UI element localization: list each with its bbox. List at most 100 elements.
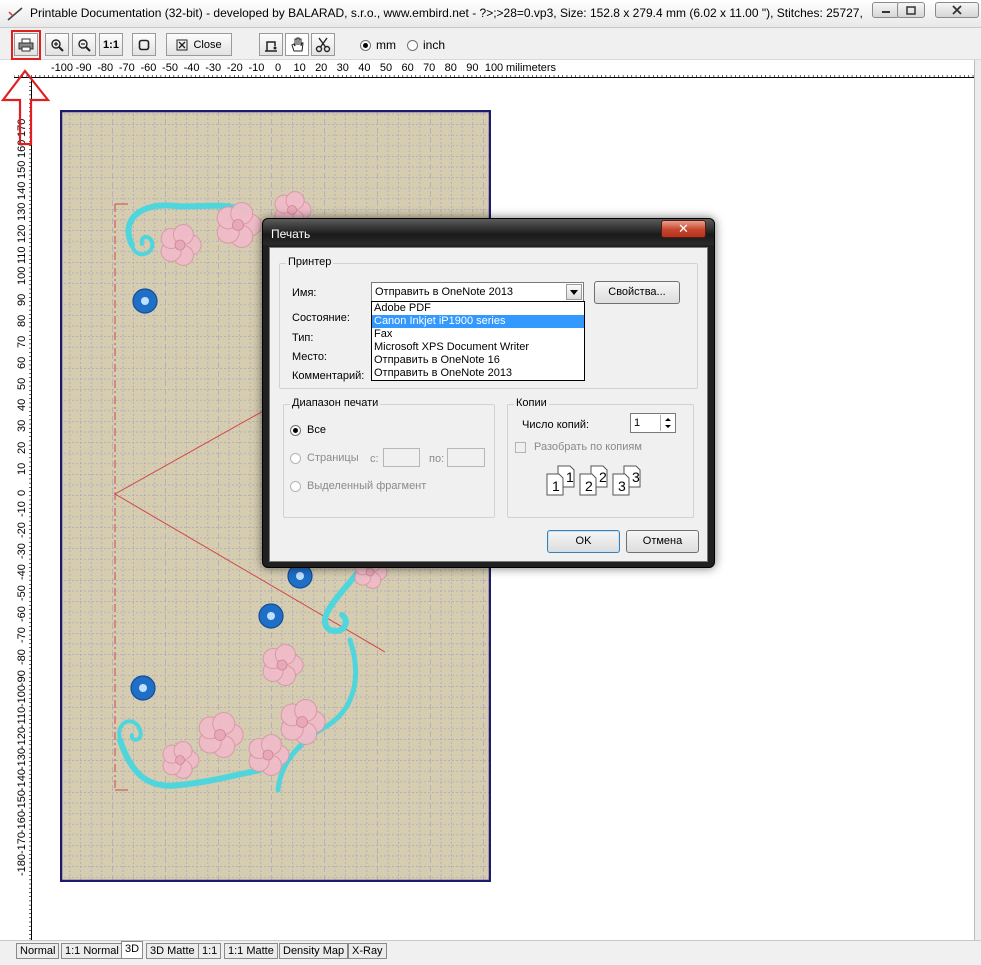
tab-normal[interactable]: Normal — [16, 943, 60, 959]
collate-digit: 1 — [552, 478, 560, 494]
hand-icon — [291, 37, 304, 51]
unit-inch-label: inch — [423, 38, 446, 52]
range-pages-radio[interactable] — [290, 452, 301, 464]
tab-3d-matte[interactable]: 3D Matte — [146, 943, 199, 959]
horizontal-ruler-label: -20 — [226, 62, 243, 74]
vertical-ruler-label: -150 — [16, 790, 28, 813]
tab-density-map[interactable]: Density Map — [279, 943, 349, 959]
vertical-ruler-label: 30 — [16, 420, 28, 433]
ok-button[interactable]: OK — [547, 530, 620, 553]
printer-option[interactable]: Canon Inkjet iP1900 series — [372, 315, 584, 328]
range-to-label: по: — [429, 453, 445, 465]
print-range-group: Диапазон печати Все Страницы с: по: Выде… — [283, 397, 495, 518]
tab-1-1-matte[interactable]: 1:1 Matte — [224, 943, 278, 959]
maximize-button[interactable] — [897, 2, 925, 18]
range-all-radio[interactable] — [290, 424, 301, 436]
copies-count-spinner[interactable]: 1 — [630, 413, 676, 433]
close-button[interactable]: Close — [166, 33, 232, 56]
tab-x-ray[interactable]: X-Ray — [348, 943, 387, 959]
window-close-button[interactable] — [935, 2, 979, 18]
vertical-ruler-label: -70 — [16, 627, 28, 644]
printer-comment-label: Комментарий: — [292, 370, 365, 382]
copies-count-value: 1 — [634, 417, 641, 429]
print-dialog-body: Принтер Имя: Состояние: Тип: Место: Комм… — [269, 247, 708, 562]
printer-properties-button[interactable]: Свойства... — [594, 281, 680, 304]
vertical-ruler-label: -40 — [16, 564, 28, 581]
horizontal-ruler-label: 30 — [336, 62, 349, 74]
vertical-ruler-label: 100 — [16, 266, 28, 285]
zoom-1to1-button[interactable]: 1:1 — [99, 33, 123, 56]
range-all-label: Все — [307, 424, 326, 436]
unit-inch-option[interactable]: inch — [407, 38, 445, 52]
horizontal-ruler-label: 20 — [315, 62, 328, 74]
collate-label: Разобрать по копиям — [534, 441, 642, 453]
vertical-ruler-label: 50 — [16, 377, 28, 391]
minimize-button[interactable] — [872, 2, 900, 18]
unit-mm-option[interactable]: mm — [360, 38, 396, 52]
range-from-label: с: — [370, 453, 379, 465]
range-selection-option[interactable]: Выделенный фрагмент — [290, 480, 426, 492]
tab-1-1-normal[interactable]: 1:1 Normal — [61, 943, 123, 959]
print-dialog-titlebar[interactable]: Печать ✕ — [263, 219, 714, 245]
range-all-option[interactable]: Все — [290, 424, 326, 436]
zoom-in-icon — [51, 38, 64, 52]
tab-3d[interactable]: 3D — [121, 941, 144, 959]
horizontal-ruler-label: -80 — [97, 62, 114, 74]
view-tabs: Normal 1:1 Normal 3D 3D Matte 1:1 1:1 Matte De… — [0, 940, 981, 965]
printer-dropdown-list[interactable]: Adobe PDF Canon Inkjet iP1900 series Fax Mi… — [371, 301, 585, 381]
vertical-ruler-label: 80 — [16, 314, 28, 327]
printer-option[interactable]: Microsoft XPS Document Writer — [372, 341, 584, 354]
range-selection-label: Выделенный фрагмент — [307, 480, 427, 492]
printer-group: Принтер Имя: Состояние: Тип: Место: Комм… — [279, 256, 698, 389]
tab-1-1[interactable]: 1:1 — [198, 943, 222, 959]
scissors-tool-button[interactable] — [311, 33, 335, 56]
horizontal-ruler-label: -30 — [205, 62, 222, 74]
print-dialog: Печать ✕ Принтер Имя: Состояние: Тип: Ме… — [262, 218, 715, 568]
annotation-arrow-print — [0, 30, 50, 146]
copies-count-label: Число копий: — [522, 419, 590, 431]
range-selection-radio[interactable] — [290, 480, 301, 492]
printer-option[interactable]: Fax — [372, 328, 584, 341]
vertical-ruler-label: 130 — [16, 203, 28, 222]
sewing-machine-icon — [265, 40, 277, 52]
scissors-icon — [315, 37, 331, 52]
print-dialog-close-button[interactable]: ✕ — [661, 220, 706, 238]
copies-group-title: Копии — [514, 397, 549, 409]
zoom-out-button[interactable] — [72, 33, 96, 56]
range-pages-option[interactable]: Страницы — [290, 452, 359, 464]
printer-status-label: Состояние: — [292, 312, 350, 324]
unit-inch-radio[interactable] — [407, 39, 418, 51]
collate-digit: 2 — [585, 478, 593, 494]
fit-page-button[interactable] — [132, 33, 156, 56]
hand-tool-button[interactable] — [285, 33, 309, 56]
horizontal-ruler-label: 80 — [444, 62, 457, 74]
vertical-ruler-label: -90 — [16, 669, 28, 686]
range-to-input[interactable] — [447, 448, 485, 467]
printer-name-select[interactable]: Отправить в OneNote 2013 — [371, 282, 584, 302]
unit-mm-radio[interactable] — [360, 39, 371, 51]
page-frame-icon — [138, 39, 150, 50]
printer-option[interactable]: Отправить в OneNote 16 — [372, 354, 584, 367]
vertical-scrollbar[interactable] — [974, 60, 981, 940]
machine-tool-button[interactable] — [259, 33, 283, 56]
horizontal-ruler-label: -90 — [75, 62, 92, 74]
vertical-ruler-label: -20 — [16, 521, 28, 538]
cancel-button[interactable]: Отмена — [626, 530, 699, 553]
printer-dropdown-button[interactable] — [566, 284, 582, 300]
copies-spin-buttons[interactable] — [660, 415, 674, 431]
vertical-ruler-label: -60 — [16, 606, 28, 623]
vertical-ruler-label: 120 — [16, 224, 28, 243]
zoom-out-icon — [78, 38, 91, 52]
printer-where-label: Место: — [292, 351, 327, 363]
close-icon: ✕ — [678, 221, 689, 236]
vertical-ruler-label: 70 — [16, 335, 28, 348]
unit-mm-label: mm — [376, 38, 396, 52]
vertical-ruler-label: 0 — [16, 489, 28, 496]
range-from-input[interactable] — [383, 448, 420, 467]
horizontal-ruler-label: -70 — [118, 62, 135, 74]
collate-checkbox[interactable] — [515, 442, 526, 453]
window-titlebar[interactable]: Printable Documentation (32-bit) - devel… — [0, 0, 981, 28]
printer-option[interactable]: Adobe PDF — [372, 302, 584, 315]
printer-option[interactable]: Отправить в OneNote 2013 — [372, 367, 584, 380]
horizontal-ruler-label: 40 — [358, 62, 371, 74]
